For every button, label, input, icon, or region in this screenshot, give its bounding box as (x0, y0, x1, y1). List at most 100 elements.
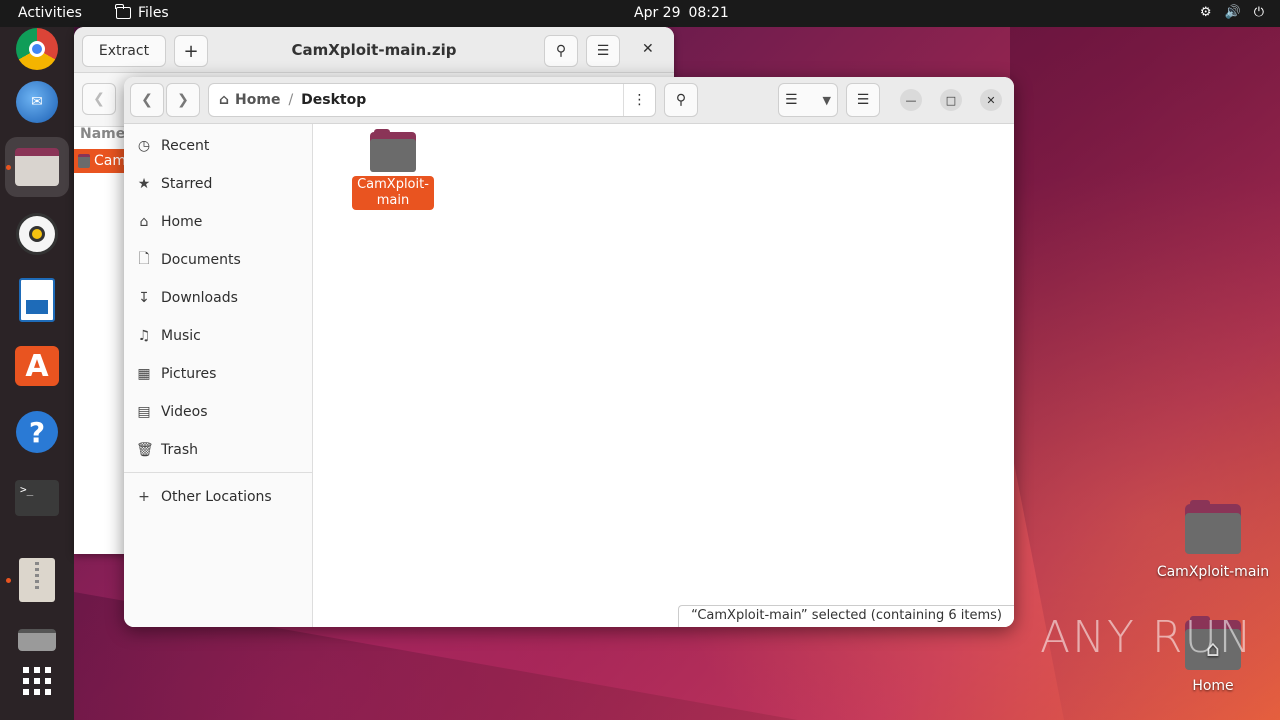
hamburger-icon: ☰ (596, 43, 610, 59)
back-button[interactable]: ❮ (130, 83, 164, 117)
maximize-button[interactable]: □ (940, 89, 962, 111)
network-icon: ⚙ (1199, 5, 1212, 20)
desktop-icon-camxploit[interactable]: CamXploit-main (1150, 500, 1276, 580)
sidebar-item-label: Trash (161, 442, 198, 458)
volume-icon: 🔊 (1224, 5, 1241, 20)
hamburger-icon: ☰ (856, 92, 870, 108)
row-label: Cam (94, 153, 126, 169)
writer-icon (19, 278, 55, 322)
files-icon (15, 148, 59, 186)
view-toggle[interactable]: ☰ ▼ (778, 83, 838, 117)
watermark: ANY RUN (1040, 612, 1254, 663)
path-separator: / (288, 92, 294, 108)
archive-selected-row[interactable]: Cam (74, 149, 126, 173)
minimize-button[interactable]: — (900, 89, 922, 111)
download-icon: ↧ (138, 290, 150, 306)
archive-headerbar: Extract + CamXploit-main.zip ⚲ ☰ ✕ (74, 27, 674, 73)
main-menu-button[interactable]: ☰ (846, 83, 880, 117)
sidebar-item-documents[interactable]: 🗋 Documents (136, 248, 241, 272)
music-icon: ♫ (137, 328, 151, 344)
dock-app-center[interactable]: A (5, 336, 69, 396)
chevron-right-icon: ❯ (177, 92, 189, 108)
sidebar-item-pictures[interactable]: ▦ Pictures (136, 362, 216, 386)
home-icon: ⌂ (139, 214, 149, 230)
trash-icon: 🗑 (136, 442, 154, 458)
star-icon: ★ (137, 176, 151, 192)
dock-terminal[interactable]: >_ (5, 468, 69, 528)
disk-icon (18, 629, 56, 651)
files-window: ❮ ❯ ⌂ Home / Desktop ⋮ ⚲ ☰ ▼ ☰ — □ ✕ ◷ Re… (124, 77, 1014, 627)
dock-help[interactable]: ? (5, 402, 69, 462)
show-apps-button[interactable] (5, 651, 69, 711)
grid-icon (23, 667, 51, 695)
sidebar-item-home[interactable]: ⌂ Home (136, 210, 203, 234)
time: 08:21 (688, 5, 729, 21)
vertical-dots-icon: ⋮ (632, 92, 647, 108)
search-button[interactable]: ⚲ (664, 83, 698, 117)
search-icon: ⚲ (555, 43, 567, 59)
dock-thunderbird[interactable]: ✉ (5, 72, 69, 132)
archive-menu-button[interactable]: ☰ (586, 35, 620, 67)
desktop-icon-label: CamXploit-main (1156, 564, 1270, 580)
dock-rhythmbox[interactable] (5, 204, 69, 264)
forward-button[interactable]: ❯ (166, 83, 200, 117)
window-title: CamXploit-main.zip (291, 41, 457, 59)
sidebar-item-label: Music (161, 328, 201, 344)
sidebar-item-starred[interactable]: ★ Starred (136, 172, 213, 196)
folder-icon (78, 154, 90, 168)
date: Apr 29 (634, 5, 681, 21)
top-bar: Activities Files Apr 29 08:21 ⚙ 🔊 ⏻ (0, 0, 1280, 27)
close-button[interactable]: ✕ (980, 89, 1002, 111)
list-view-icon: ☰ (785, 92, 798, 108)
search-icon: ⚲ (675, 92, 687, 108)
sidebar-item-label: Pictures (161, 366, 217, 382)
chevron-left-icon: ❮ (141, 92, 153, 108)
sidebar-item-recent[interactable]: ◷ Recent (136, 134, 210, 158)
folder-icon (370, 129, 416, 172)
sidebar-item-downloads[interactable]: ↧ Downloads (136, 286, 238, 310)
sidebar-item-videos[interactable]: ▤ Videos (136, 400, 207, 424)
thunderbird-icon: ✉ (16, 81, 58, 123)
terminal-icon: >_ (15, 480, 59, 516)
rhythmbox-icon (16, 213, 58, 255)
maximize-icon: □ (945, 93, 957, 107)
app-menu[interactable]: Files (115, 4, 169, 21)
sidebar: ◷ Recent ★ Starred ⌂ Home 🗋 Documents ↧ Downl… (124, 124, 313, 627)
sidebar-item-music[interactable]: ♫ Music (136, 324, 201, 348)
file-item-label: CamXploit-main (352, 176, 434, 210)
power-icon: ⏻ (1253, 5, 1264, 20)
sidebar-item-label: Documents (161, 252, 241, 268)
archive-search-button[interactable]: ⚲ (544, 35, 578, 67)
path-bar[interactable]: ⌂ Home / Desktop ⋮ (208, 83, 656, 117)
path-current[interactable]: Desktop (301, 92, 366, 108)
running-indicator (6, 165, 11, 170)
sidebar-divider (124, 472, 313, 473)
close-icon[interactable]: ✕ (642, 41, 654, 57)
video-icon: ▤ (137, 404, 151, 420)
dock-writer[interactable] (5, 270, 69, 330)
dock-chrome[interactable] (5, 19, 69, 79)
minimize-icon: — (905, 93, 917, 107)
clock[interactable]: Apr 29 08:21 (634, 5, 729, 21)
name-column-header[interactable]: Name (80, 126, 125, 142)
folder-icon (115, 4, 131, 19)
archive-icon (19, 558, 55, 602)
dock: ✉ A ? >_ (0, 27, 74, 720)
dock-archive-manager[interactable] (5, 550, 69, 610)
running-indicator (6, 578, 11, 583)
system-tray[interactable]: ⚙ 🔊 ⏻ (1200, 5, 1264, 20)
file-view[interactable]: CamXploit-main “CamXploit-main” selected… (313, 124, 1014, 627)
sidebar-item-label: Other Locations (161, 489, 272, 505)
path-menu-button[interactable]: ⋮ (623, 84, 655, 116)
desktop-icon-label: Home (1192, 678, 1234, 694)
dock-files[interactable] (5, 137, 69, 197)
sidebar-item-label: Downloads (161, 290, 238, 306)
path-home[interactable]: ⌂ Home (219, 92, 280, 108)
chrome-icon (16, 28, 58, 70)
sidebar-item-label: Home (161, 214, 203, 230)
file-item[interactable]: CamXploit-main (352, 129, 434, 210)
back-button[interactable]: ❮ (82, 83, 116, 115)
sidebar-item-other-locations[interactable]: + Other Locations (136, 485, 272, 509)
picture-icon: ▦ (137, 366, 151, 382)
sidebar-item-trash[interactable]: 🗑 Trash (136, 438, 198, 462)
